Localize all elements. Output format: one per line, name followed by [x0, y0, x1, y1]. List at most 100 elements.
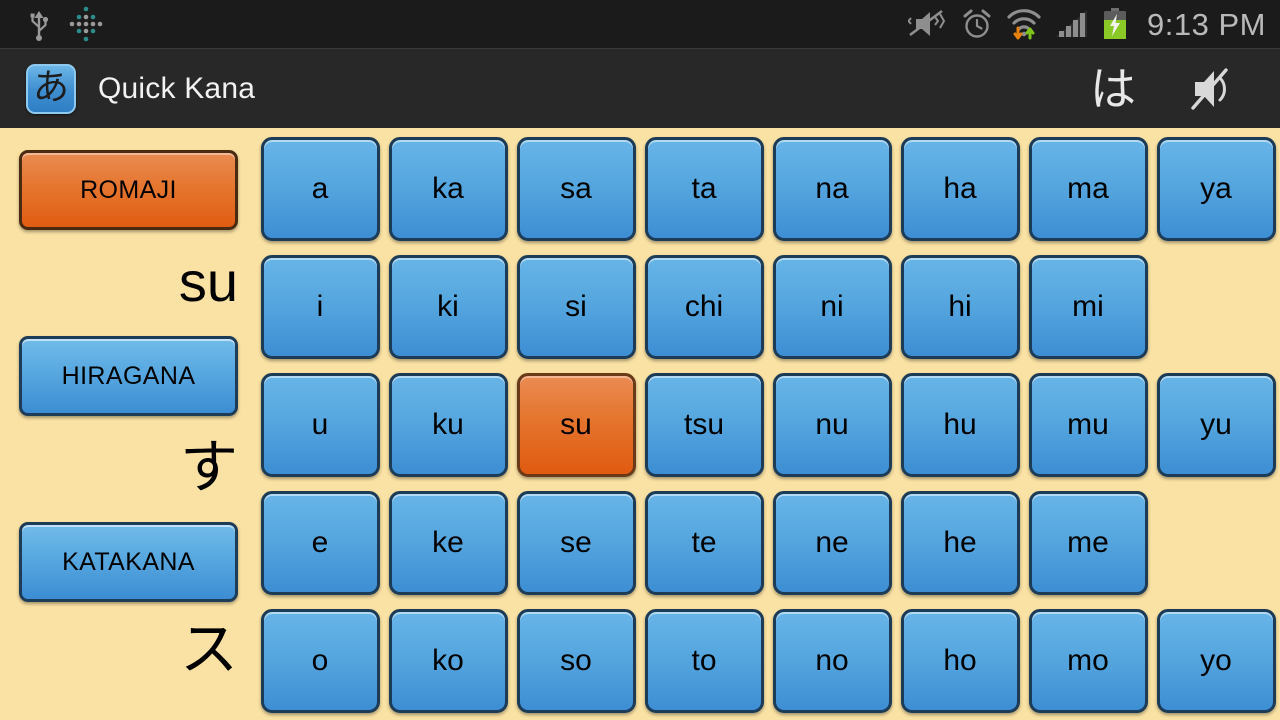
kana-cell: sa — [512, 135, 640, 243]
kana-cell: ha — [896, 135, 1024, 243]
kana-cell: si — [512, 253, 640, 361]
kana-button-e[interactable]: e — [260, 491, 380, 595]
kana-button-si[interactable]: si — [516, 255, 636, 359]
kana-button-na[interactable]: na — [772, 137, 892, 241]
vibrate-off-icon — [908, 9, 946, 37]
kana-button-yo[interactable]: yo — [1156, 609, 1276, 713]
answer-hiragana: す — [179, 433, 238, 501]
app-screen: 9:13 PM あ Quick Kana は ROMAJI su HIRAGAN… — [0, 0, 1280, 720]
kana-button-mo[interactable]: mo — [1028, 609, 1148, 713]
kana-grid-row: u ku su tsu nu hu mu yu — [256, 371, 1280, 479]
kana-button-ta[interactable]: ta — [644, 137, 764, 241]
kana-cell: su — [512, 371, 640, 479]
kana-button-he[interactable]: he — [900, 491, 1020, 595]
kana-button-su[interactable]: su — [516, 373, 636, 477]
kana-button-hu[interactable]: hu — [900, 373, 1020, 477]
kana-cell: a — [256, 135, 384, 243]
kana-grid-row: i ki si chi ni hi mi — [256, 253, 1280, 361]
kana-cell: mu — [1024, 371, 1152, 479]
app-icon: あ — [26, 63, 76, 114]
alarm-clock-icon — [963, 9, 991, 38]
content-area: ROMAJI su HIRAGANA す KATAKANA ス a ka sa ta n… — [0, 128, 1280, 720]
kana-button-u[interactable]: u — [260, 373, 380, 477]
kana-button-chi[interactable]: chi — [644, 255, 764, 359]
kana-cell: ma — [1024, 135, 1152, 243]
kana-button-hi[interactable]: hi — [900, 255, 1020, 359]
status-clock: 9:13 PM — [1147, 6, 1266, 42]
kana-cell: mi — [1024, 253, 1152, 361]
kana-cell: ta — [640, 135, 768, 243]
kana-cell: i — [256, 253, 384, 361]
kana-cell: o — [256, 607, 384, 715]
kana-cell: na — [768, 135, 896, 243]
speaker-muted-icon[interactable] — [1182, 64, 1236, 114]
page-title: Quick Kana — [98, 71, 256, 105]
kana-cell: e — [256, 489, 384, 597]
mode-button-hiragana[interactable]: HIRAGANA — [19, 336, 238, 416]
kana-button-se[interactable]: se — [516, 491, 636, 595]
kana-button-i[interactable]: i — [260, 255, 380, 359]
mode-button-katakana[interactable]: KATAKANA — [19, 522, 238, 602]
kana-button-sa[interactable]: sa — [516, 137, 636, 241]
mode-sidebar: ROMAJI su HIRAGANA す KATAKANA ス — [0, 128, 256, 720]
kana-button-so[interactable]: so — [516, 609, 636, 713]
app-icon-glyph: あ — [32, 67, 69, 108]
kana-button-ha[interactable]: ha — [900, 137, 1020, 241]
battery-charging-icon — [1104, 8, 1127, 39]
kana-button-ho[interactable]: ho — [900, 609, 1020, 713]
status-bar-left-icons — [28, 6, 104, 42]
kana-cell: ke — [384, 489, 512, 597]
answer-katakana: ス — [179, 615, 238, 683]
kana-button-no[interactable]: no — [772, 609, 892, 713]
usb-icon — [30, 11, 49, 41]
kana-button-to[interactable]: to — [644, 609, 764, 713]
mode-button-hiragana-label: HIRAGANA — [61, 361, 196, 390]
kana-grid-row: o ko so to no ho mo yo — [256, 607, 1280, 715]
kana-cell: u — [256, 371, 384, 479]
kana-cell: hu — [896, 371, 1024, 479]
kana-cell: me — [1024, 489, 1152, 597]
kana-cell: mo — [1024, 607, 1152, 715]
kana-button-tsu[interactable]: tsu — [644, 373, 764, 477]
kana-button-o[interactable]: o — [260, 609, 380, 713]
dots-pattern-icon — [69, 6, 103, 42]
kana-cell: he — [896, 489, 1024, 597]
kana-cell: tsu — [640, 371, 768, 479]
kana-cell: se — [512, 489, 640, 597]
kana-button-ya[interactable]: ya — [1156, 137, 1276, 241]
kana-cell: to — [640, 607, 768, 715]
kana-cell: ku — [384, 371, 512, 479]
wifi-data-icon — [1007, 9, 1041, 40]
kana-cell: nu — [768, 371, 896, 479]
kana-button-ku[interactable]: ku — [388, 373, 508, 477]
kana-button-te[interactable]: te — [644, 491, 764, 595]
mode-button-romaji-label: ROMAJI — [80, 175, 177, 204]
kana-button-me[interactable]: me — [1028, 491, 1148, 595]
status-bar: 9:13 PM — [0, 0, 1280, 48]
kana-button-ma[interactable]: ma — [1028, 137, 1148, 241]
kana-button-mu[interactable]: mu — [1028, 373, 1148, 477]
kana-button-nu[interactable]: nu — [772, 373, 892, 477]
kana-button-ko[interactable]: ko — [388, 609, 508, 713]
signal-bars-icon — [1056, 10, 1088, 37]
kana-grid-row: e ke se te ne he me — [256, 489, 1280, 597]
kana-cell: ho — [896, 607, 1024, 715]
kana-cell: yu — [1152, 371, 1280, 479]
mode-button-romaji[interactable]: ROMAJI — [19, 150, 238, 230]
kana-button-ki[interactable]: ki — [388, 255, 508, 359]
kana-button-ke[interactable]: ke — [388, 491, 508, 595]
kana-cell: ni — [768, 253, 896, 361]
answer-romaji: su — [178, 250, 238, 313]
kana-button-yu[interactable]: yu — [1156, 373, 1276, 477]
kana-button-ne[interactable]: ne — [772, 491, 892, 595]
kana-cell: chi — [640, 253, 768, 361]
kana-button-mi[interactable]: mi — [1028, 255, 1148, 359]
kana-question-indicator: は — [1090, 61, 1136, 116]
kana-cell: ne — [768, 489, 896, 597]
kana-cell: ya — [1152, 135, 1280, 243]
kana-cell: so — [512, 607, 640, 715]
kana-button-ni[interactable]: ni — [772, 255, 892, 359]
kana-button-ka[interactable]: ka — [388, 137, 508, 241]
kana-cell: ki — [384, 253, 512, 361]
kana-button-a[interactable]: a — [260, 137, 380, 241]
